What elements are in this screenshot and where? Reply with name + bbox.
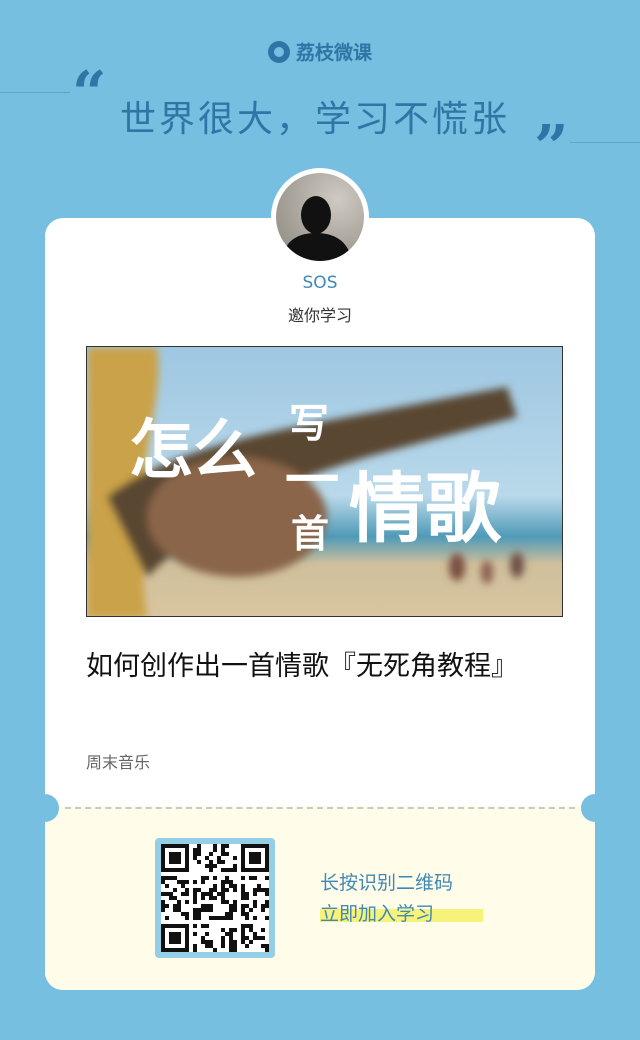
qr-code-icon: [161, 844, 269, 952]
cover-title-part4: 首: [291, 512, 329, 556]
dashed-divider: [65, 807, 575, 809]
join-cta: 立即加入学习: [320, 899, 483, 926]
cover-title-part5: 情歌: [349, 464, 502, 553]
join-cta-text: 立即加入学习: [320, 903, 435, 925]
invite-text: 邀你学习: [287, 306, 352, 325]
lizhi-logo-icon: [267, 40, 290, 63]
course-title[interactable]: 如何创作出一首情歌『无死角教程』: [86, 648, 556, 686]
close-quote-icon: ”: [534, 113, 569, 183]
avatar-silhouette-icon: [282, 196, 352, 261]
cover-title-part2: 写: [289, 401, 329, 447]
qr-code[interactable]: [155, 838, 275, 958]
brand-name: 荔枝微课: [295, 42, 372, 64]
slogan-text: 世界很大，学习不慌张: [120, 99, 511, 140]
cover-title-part3: 一: [285, 449, 339, 512]
card-footer: [45, 806, 595, 990]
cover-title-part1: 怎么: [129, 414, 257, 488]
slogan-divider-right: [570, 142, 640, 143]
avatar[interactable]: [276, 173, 364, 261]
slogan-divider-left: [0, 92, 70, 93]
course-cover-image[interactable]: 怎么 写 一 首 情歌: [86, 346, 563, 617]
open-quote-icon: “: [72, 59, 107, 129]
scan-instruction: 长按识别二维码: [320, 872, 454, 894]
course-author: 周末音乐: [86, 753, 151, 772]
username: SOS: [302, 273, 338, 293]
